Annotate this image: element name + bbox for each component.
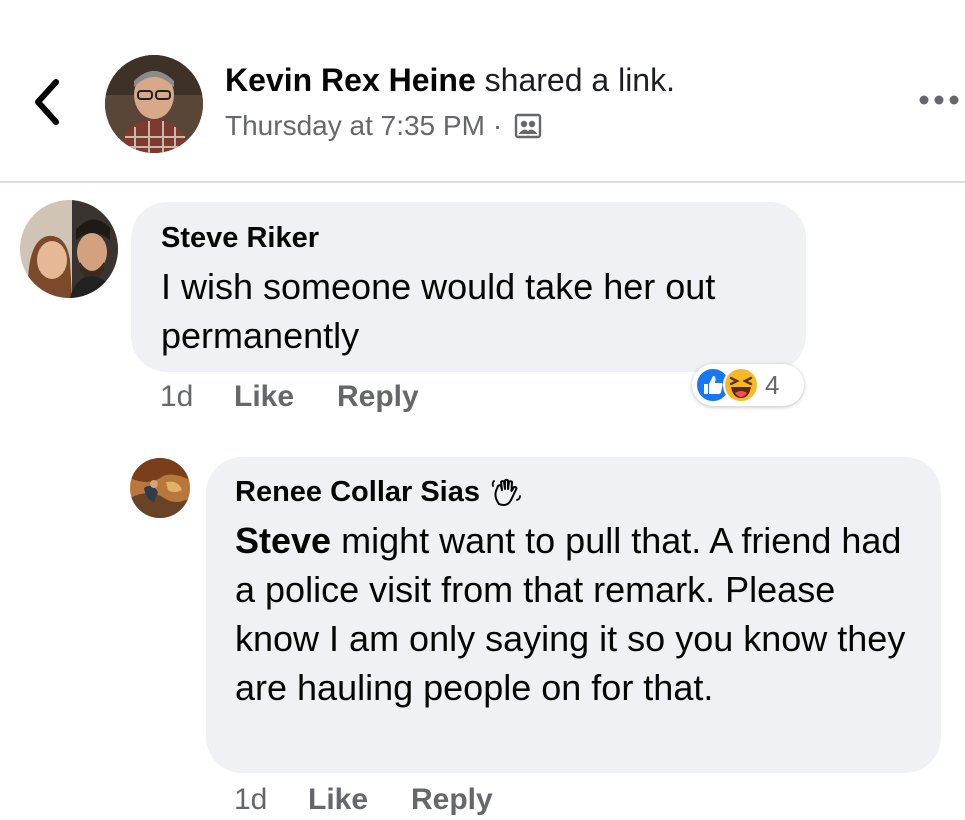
reply-like-button[interactable]: Like (308, 783, 368, 816)
comment-author[interactable]: Steve Riker (161, 222, 319, 255)
comment-time[interactable]: 1d (160, 380, 193, 414)
friends-audience-icon (515, 113, 542, 139)
more-options-button[interactable] (918, 90, 962, 110)
more-horizontal-icon (919, 95, 959, 105)
reply-time[interactable]: 1d (234, 783, 267, 817)
reaction-summary[interactable]: 4 (692, 364, 804, 406)
comment-text: I wish someone would take her out perman… (161, 266, 716, 356)
reply-reply-button[interactable]: Reply (411, 783, 493, 816)
meta-separator: · (492, 110, 503, 141)
post-action-text: shared a link. (484, 62, 675, 98)
post-meta: Thursday at 7:35 PM · (225, 110, 542, 142)
chevron-left-icon (35, 79, 59, 125)
back-button[interactable] (28, 72, 68, 132)
reply-button[interactable]: Reply (337, 380, 419, 413)
haha-reaction-icon (723, 367, 759, 403)
reply-author[interactable]: Renee Collar Sias (235, 476, 480, 509)
wave-icon (491, 478, 521, 506)
reaction-count: 4 (765, 369, 780, 400)
commenter-avatar-renee[interactable] (130, 458, 190, 518)
poster-name[interactable]: Kevin Rex Heine (225, 62, 476, 98)
post-header-line: Kevin Rex Heine shared a link. (225, 62, 675, 99)
reply-author-row: Renee Collar Sias (235, 476, 522, 509)
like-button[interactable]: Like (234, 380, 294, 413)
header-divider (0, 181, 965, 183)
commenter-avatar-steve[interactable] (20, 200, 118, 298)
post-timestamp[interactable]: Thursday at 7:35 PM (225, 110, 485, 142)
mention-link[interactable]: Steve (235, 520, 331, 561)
reply-body: might want to pull that. A friend had a … (235, 520, 906, 708)
reply-text: Steve might want to pull that. A friend … (235, 516, 925, 712)
poster-avatar[interactable] (105, 55, 203, 153)
